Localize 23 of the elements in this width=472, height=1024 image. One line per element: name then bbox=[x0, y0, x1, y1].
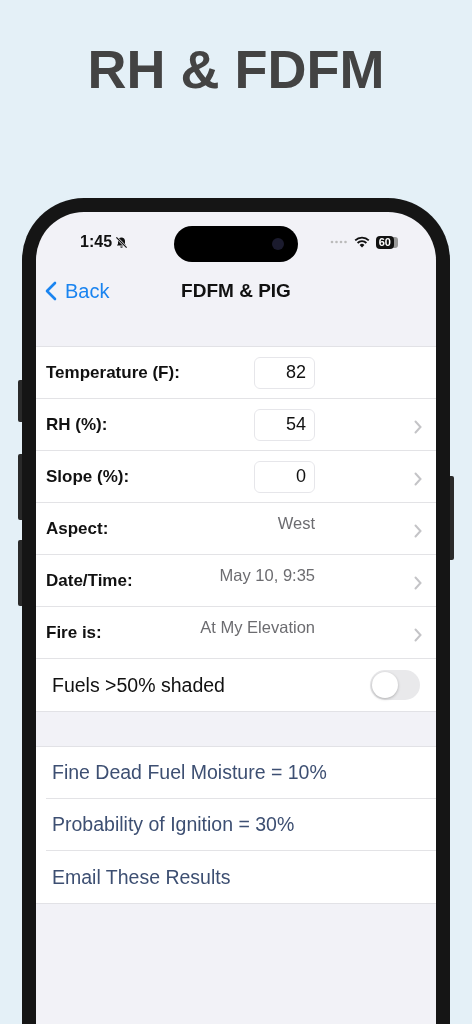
input-field[interactable]: 0 bbox=[254, 460, 315, 493]
signal-icon bbox=[329, 240, 348, 244]
headline: RH & FDFM bbox=[87, 38, 385, 100]
status-time: 1:45 bbox=[80, 233, 113, 251]
toggle-label: Fuels >50% shaded bbox=[51, 673, 225, 697]
field-label: Date/Time: bbox=[46, 570, 134, 591]
field-label: Slope (%): bbox=[46, 466, 131, 487]
picker-value[interactable]: West bbox=[277, 514, 315, 533]
input-field[interactable]: 82 bbox=[254, 356, 315, 389]
screen-title: FDFM & PIG bbox=[181, 280, 291, 302]
picker-value[interactable]: At My Elevation bbox=[200, 618, 315, 637]
picker-value[interactable]: May 10, 9:35 bbox=[219, 566, 315, 585]
toggle-switch[interactable] bbox=[370, 670, 420, 700]
field-label: Temperature (F): bbox=[46, 362, 181, 383]
field-label: Aspect: bbox=[46, 518, 110, 539]
field-label: Fire is: bbox=[46, 622, 103, 643]
email-button[interactable]: Email These Results bbox=[46, 865, 231, 889]
field-label: RH (%): bbox=[46, 414, 109, 435]
result-text: Fine Dead Fuel Moisture = 10% bbox=[51, 761, 327, 784]
input-field[interactable]: 54 bbox=[254, 408, 315, 441]
wifi-icon bbox=[353, 236, 370, 248]
result-text: Probability of Ignition = 30% bbox=[51, 813, 295, 836]
chevron-left-icon bbox=[45, 281, 57, 301]
